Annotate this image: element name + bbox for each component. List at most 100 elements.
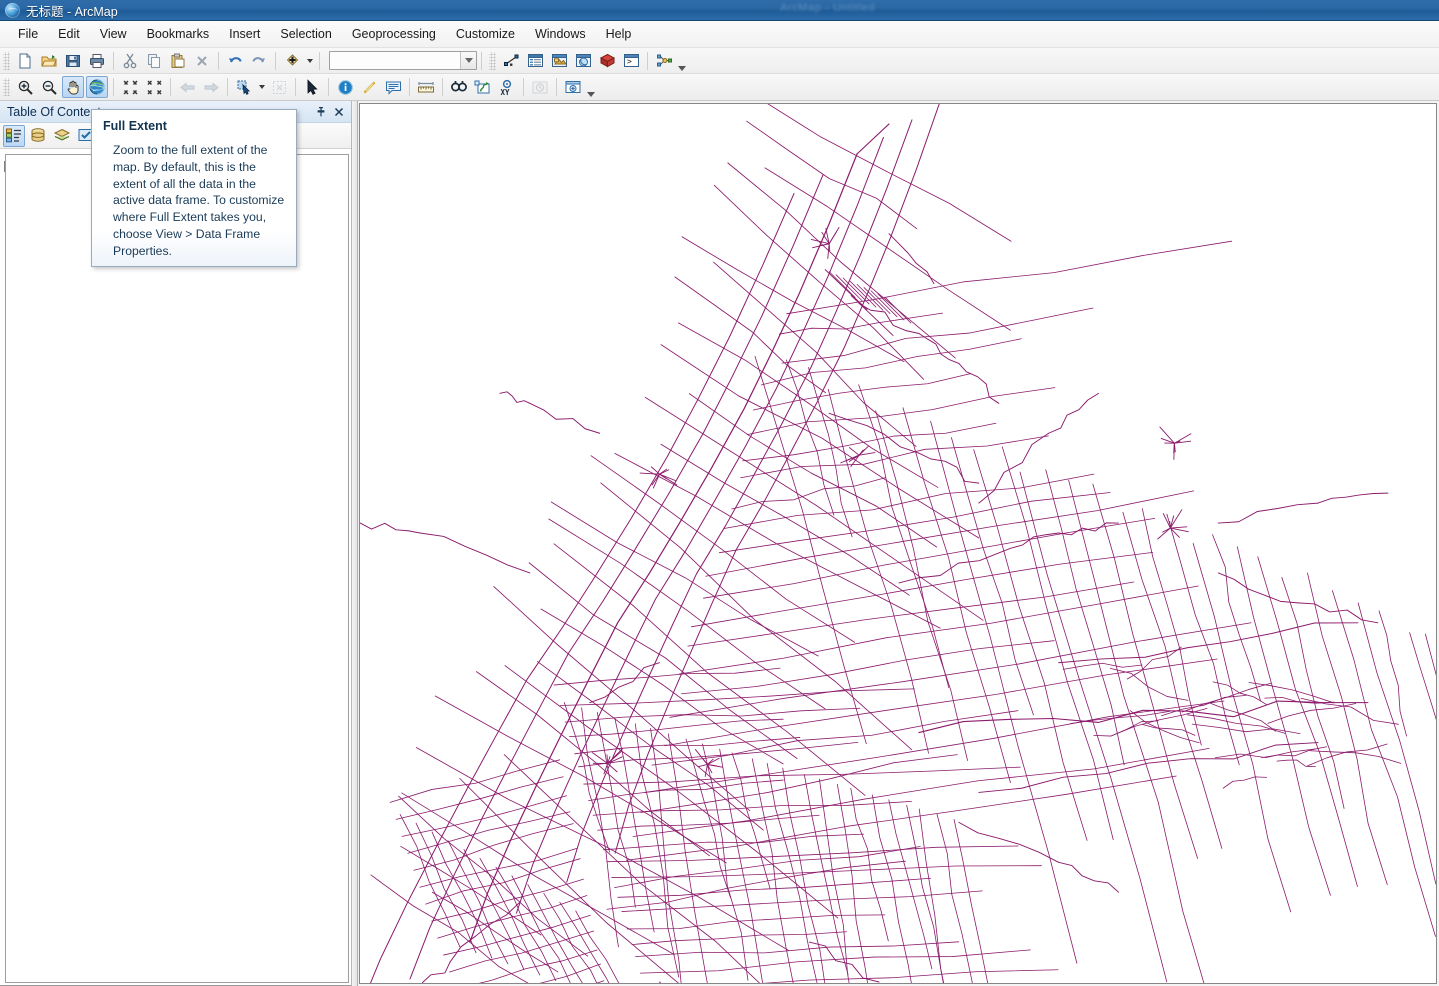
select-elements-icon[interactable] [301,76,323,98]
chevron-down-icon[interactable] [460,52,476,69]
tooltip-title: Full Extent [103,119,167,133]
close-icon[interactable] [330,103,347,120]
toolbar-separator [113,78,114,96]
toc-splitter[interactable] [352,101,358,986]
toolbar-grip[interactable] [3,78,10,96]
model-builder-icon[interactable] [653,50,675,72]
tooltip-body: Zoom to the full extent of the map. By d… [113,143,285,258]
toolbar-separator [227,78,228,96]
svg-text:XY: XY [501,88,511,96]
expander-icon[interactable]: - [4,160,15,172]
toc-layers-label[interactable]: Layers [40,158,86,174]
road-network-map[interactable] [360,104,1436,983]
catalog-icon[interactable] [548,50,570,72]
identify-icon[interactable] [334,76,356,98]
toolbar-overflow-icon[interactable] [585,75,597,99]
fixed-zoom-out-icon[interactable] [143,76,165,98]
toolbar-grip[interactable] [489,51,496,70]
list-by-visibility-icon[interactable] [51,125,73,147]
expander-icon[interactable]: - [22,180,33,192]
html-popup-icon[interactable] [382,76,404,98]
toolbar-grip[interactable] [3,51,10,70]
go-back-extent-icon[interactable] [176,76,198,98]
menu-edit[interactable]: Edit [48,23,90,45]
find-route-icon[interactable] [472,76,494,98]
search-window-icon[interactable] [572,50,594,72]
map-area [359,101,1439,986]
pin-icon[interactable] [312,103,329,120]
menu-windows[interactable]: Windows [525,23,596,45]
line-symbol-icon[interactable] [60,204,82,206]
menu-bar: File Edit View Bookmarks Insert Selectio… [0,21,1439,48]
full-extent-tooltip: Full Extent Zoom to the full extent of t… [91,109,297,267]
toc-road-label[interactable]: Road [56,179,86,193]
list-by-drawing-order-icon[interactable] [3,124,25,147]
window-title: 无标题 - ArcMap [26,4,118,19]
toolbar-overflow-icon[interactable] [676,49,688,73]
new-map-icon[interactable] [14,50,36,72]
menu-view[interactable]: View [90,23,137,45]
hyperlink-icon[interactable] [358,76,380,98]
toolbar-separator [319,51,320,70]
find-icon[interactable] [448,76,470,98]
redo-icon[interactable] [248,50,270,72]
select-features-dropdown-icon[interactable] [256,76,267,98]
menu-help[interactable]: Help [596,23,642,45]
layer-visibility-checkbox[interactable]: ✔ [38,179,51,193]
clear-selection-icon[interactable] [268,76,290,98]
save-icon[interactable] [62,50,84,72]
toolbar-separator [218,51,219,70]
toc-tree-border [5,154,349,983]
title-bar: ArcMap - Untitled 无标题 - ArcMap [0,0,1439,21]
go-next-extent-icon[interactable] [200,76,222,98]
menu-customize[interactable]: Customize [446,23,525,45]
open-icon[interactable] [38,50,60,72]
go-to-xy-icon[interactable]: XY [496,76,518,98]
python-window-icon[interactable]: > [620,50,642,72]
toolbar-separator [409,78,410,96]
print-icon[interactable] [86,50,108,72]
cut-icon[interactable] [119,50,141,72]
copy-icon[interactable] [143,50,165,72]
full-extent-icon[interactable] [86,76,108,98]
create-viewer-icon[interactable] [562,76,584,98]
title-ghost-text: ArcMap - Untitled [780,2,876,14]
measure-icon[interactable] [415,76,437,98]
data-frame-icon [20,159,35,173]
toolbar-separator [170,78,171,96]
undo-icon[interactable] [224,50,246,72]
delete-icon[interactable] [191,50,213,72]
toolbar-separator [295,78,296,96]
menu-bookmarks[interactable]: Bookmarks [137,23,220,45]
paste-icon[interactable] [167,50,189,72]
add-data-dropdown-icon[interactable] [304,50,315,72]
toolbar-separator [647,51,648,70]
pan-icon[interactable] [62,76,84,98]
add-data-icon[interactable] [281,50,303,72]
list-by-source-icon[interactable] [27,125,49,147]
menu-selection[interactable]: Selection [270,23,341,45]
table-of-contents-icon[interactable] [524,50,546,72]
menu-insert[interactable]: Insert [219,23,270,45]
tools-toolbar: XY [0,74,1439,101]
editor-toolbar-icon[interactable] [500,50,522,72]
toolbar-separator [481,51,482,70]
map-data-frame[interactable] [359,103,1437,984]
toolbar-separator [523,78,524,96]
zoom-out-icon[interactable] [38,76,60,98]
toolbar-separator [442,78,443,96]
select-features-icon[interactable] [233,76,255,98]
arctoolbox-icon[interactable] [596,50,618,72]
zoom-in-icon[interactable] [14,76,36,98]
menu-file[interactable]: File [8,23,48,45]
map-scale-combo[interactable] [329,51,477,70]
toolbar-separator [556,78,557,96]
toc-tree[interactable]: - Layers - ✔ Road [0,149,351,986]
menu-geoprocessing[interactable]: Geoprocessing [342,23,446,45]
time-slider-icon[interactable] [529,76,551,98]
toolbar-separator [113,51,114,70]
toolbar-separator [328,78,329,96]
arcmap-globe-icon [5,2,20,18]
toolbar-separator [275,51,276,70]
fixed-zoom-in-icon[interactable] [119,76,141,98]
